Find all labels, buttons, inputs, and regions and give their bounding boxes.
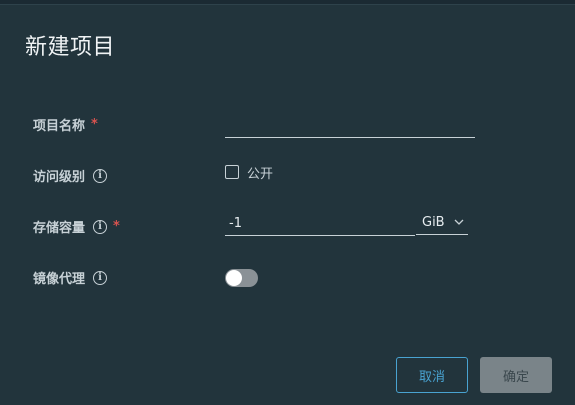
public-checkbox-label[interactable]: 公开: [247, 163, 273, 182]
storage-unit-select[interactable]: GiB: [416, 211, 468, 235]
public-checkbox[interactable]: [225, 165, 239, 179]
new-project-dialog: 新建项目 项目名称 * 访问级别 i 公开 存储容量 i * GiB 镜像代理 …: [0, 4, 575, 405]
access-level-label: 访问级别 i: [33, 166, 108, 185]
required-mark: *: [91, 117, 98, 132]
storage-unit-value: GiB: [422, 215, 445, 230]
info-icon[interactable]: i: [93, 270, 108, 285]
project-name-label-text: 项目名称: [33, 119, 86, 134]
access-level-label-text: 访问级别: [33, 170, 86, 185]
ok-button[interactable]: 确定: [480, 357, 552, 393]
storage-quota-input[interactable]: [225, 211, 415, 236]
required-mark: *: [113, 219, 120, 234]
info-icon[interactable]: i: [93, 219, 108, 234]
registry-proxy-label-text: 镜像代理: [33, 272, 86, 287]
dialog-title: 新建项目: [25, 35, 116, 60]
toggle-knob: [226, 270, 242, 286]
cancel-button[interactable]: 取消: [396, 357, 468, 393]
project-name-label: 项目名称 *: [33, 115, 98, 134]
storage-quota-label: 存储容量 i *: [33, 217, 120, 236]
storage-quota-label-text: 存储容量: [33, 221, 86, 236]
registry-proxy-toggle[interactable]: [225, 269, 258, 287]
chevron-down-icon: [454, 217, 464, 228]
info-icon[interactable]: i: [93, 168, 108, 183]
registry-proxy-label: 镜像代理 i: [33, 268, 108, 287]
project-name-input[interactable]: [225, 113, 475, 138]
